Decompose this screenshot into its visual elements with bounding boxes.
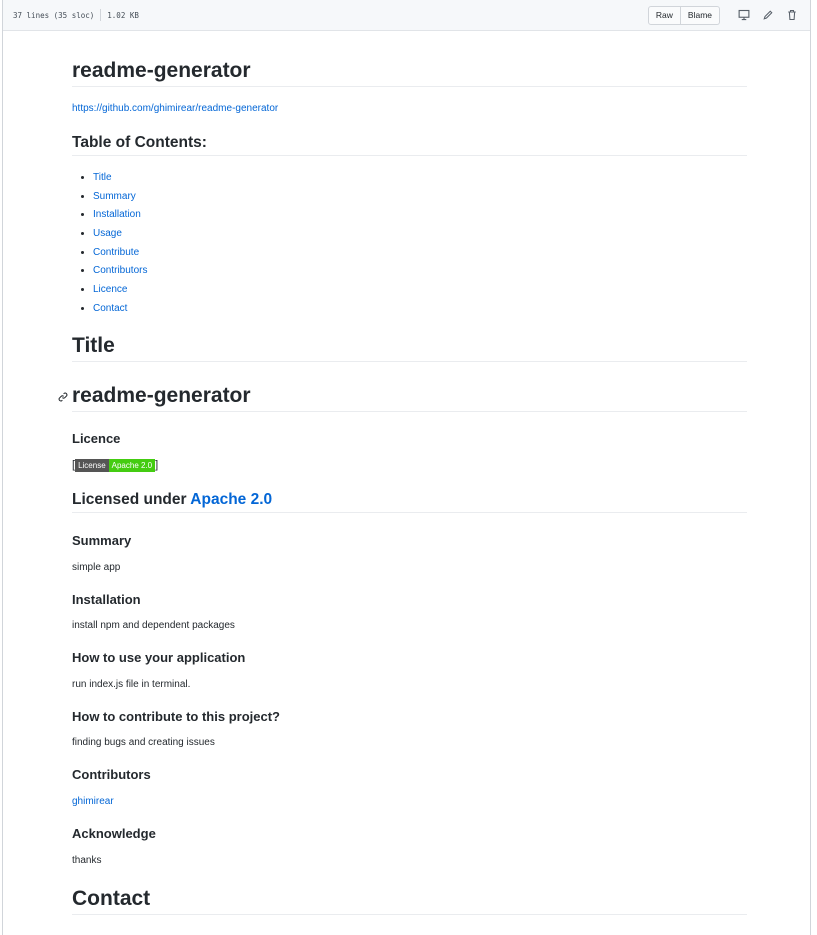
link-icon[interactable] [58, 389, 68, 402]
blame-button[interactable]: Blame [680, 5, 720, 25]
file-header: 37 lines (35 sloc) 1.02 KB Raw Blame [3, 0, 810, 31]
divider [100, 9, 102, 21]
file-info: 37 lines (35 sloc) 1.02 KB [13, 9, 139, 21]
file-view: 37 lines (35 sloc) 1.02 KB Raw Blame rea… [2, 0, 811, 935]
file-actions: Raw Blame [647, 5, 800, 25]
licensed-under-heading: Licensed under Apache 2.0 [72, 491, 747, 513]
list-item: Usage [93, 227, 147, 246]
trash-icon[interactable] [784, 7, 800, 23]
desktop-icon[interactable] [736, 7, 752, 23]
title-heading: Title [72, 334, 747, 362]
readme-title: readme-generator [72, 59, 747, 87]
line-count: 37 lines (35 sloc) [13, 10, 95, 20]
repo-link[interactable]: https://github.com/ghimirear/readme-gene… [72, 103, 278, 114]
table-of-contents: Title Summary Installation Usage Contrib… [72, 171, 147, 321]
installation-heading: Installation [72, 592, 141, 607]
list-item: Summary [93, 190, 147, 209]
toc-link-contribute[interactable]: Contribute [93, 247, 139, 258]
contributors-heading: Contributors [72, 767, 151, 782]
license-link[interactable]: Apache 2.0 [190, 491, 272, 508]
toc-link-licence[interactable]: Licence [93, 284, 127, 295]
raw-button[interactable]: Raw [647, 5, 681, 25]
summary-text: simple app [72, 562, 121, 573]
badge-label: License [75, 458, 109, 472]
list-item: Contact [93, 302, 147, 321]
pencil-icon[interactable] [760, 7, 776, 23]
installation-text: install npm and dependent packages [72, 620, 235, 631]
contribute-heading: How to contribute to this project? [72, 709, 280, 724]
toc-heading: Table of Contents: [72, 134, 747, 156]
toc-link-contributors[interactable]: Contributors [93, 265, 147, 276]
list-item: Installation [93, 208, 147, 227]
badge-value: Apache 2.0 [108, 458, 156, 472]
summary-heading: Summary [72, 533, 132, 548]
acknowledge-text: thanks [72, 855, 102, 866]
list-item: Title [93, 171, 147, 190]
licence-heading: Licence [72, 431, 121, 446]
licensed-under-text: Licensed under [72, 491, 191, 508]
toc-link-title[interactable]: Title [93, 172, 112, 183]
usage-text: run index.js file in terminal. [72, 679, 191, 690]
toc-link-usage[interactable]: Usage [93, 228, 122, 239]
badge-bracket: ] [155, 459, 159, 471]
list-item: Contributors [93, 264, 147, 283]
file-size: 1.02 KB [107, 10, 139, 20]
license-badge[interactable]: [ License Apache 2.0 ] [72, 457, 158, 473]
toc-link-contact[interactable]: Contact [93, 303, 127, 314]
contributor-link[interactable]: ghimirear [72, 796, 114, 807]
contact-heading: Contact [72, 887, 747, 915]
contribute-text: finding bugs and creating issues [72, 737, 215, 748]
project-title-heading: readme-generator [72, 384, 747, 412]
usage-heading: How to use your application [72, 650, 246, 665]
list-item: Licence [93, 283, 147, 302]
toc-link-installation[interactable]: Installation [93, 209, 141, 220]
view-button-group: Raw Blame [647, 5, 720, 25]
acknowledge-heading: Acknowledge [72, 826, 156, 841]
toc-link-summary[interactable]: Summary [93, 191, 136, 202]
list-item: Contribute [93, 246, 147, 265]
